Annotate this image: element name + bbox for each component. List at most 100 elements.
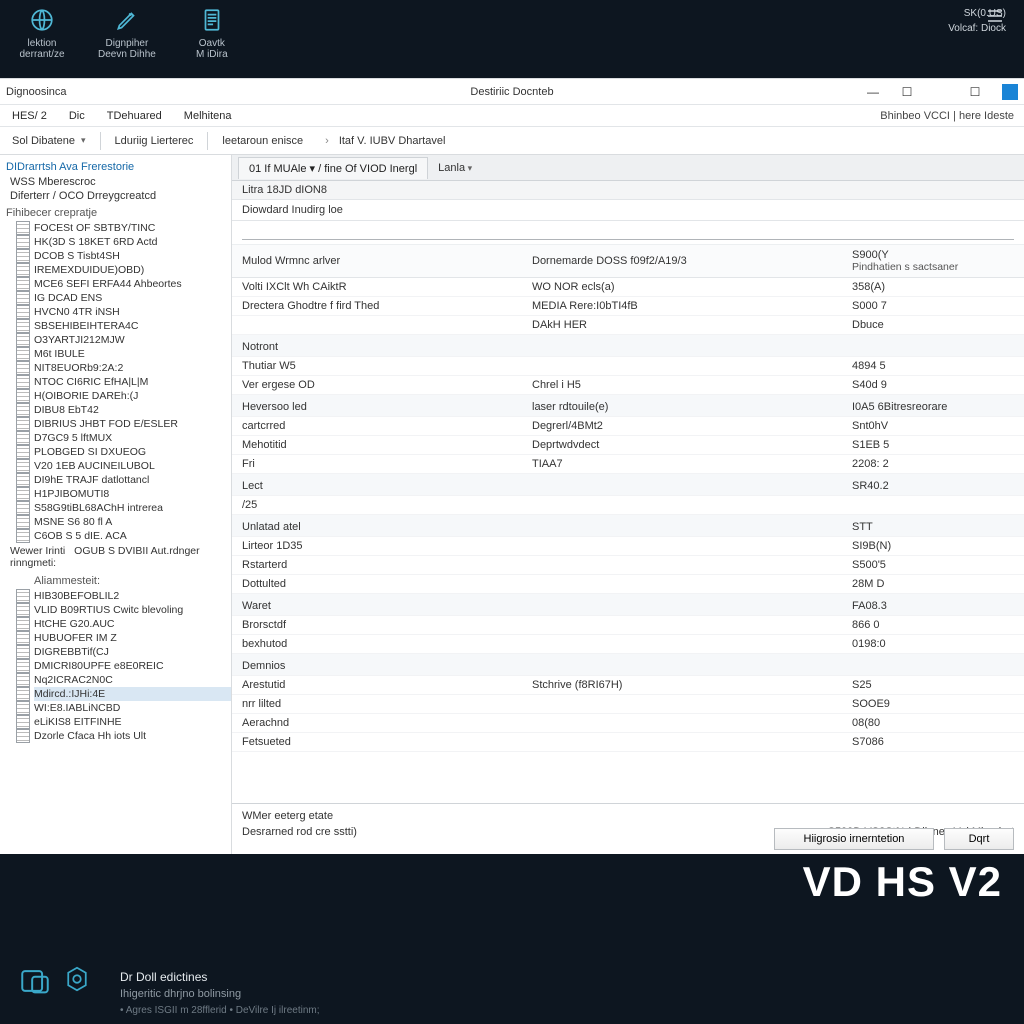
tab-dropdown[interactable]: Lanla [438,162,472,174]
col-2-header[interactable]: Dornemarde DOSS f09f2/A19/3 [522,245,842,278]
brand-footer: VD HS V2 Dr Doll edictines Ihigeritic dh… [0,854,1024,1024]
col-1-header[interactable]: Mulod Wrmnc arlver [232,245,522,278]
tree-item[interactable]: HtCHE G20.AUC [34,617,231,631]
document-icon [198,6,226,34]
tree-item[interactable]: MCE6 SEFI ERFA44 Ahbeortes [34,277,231,291]
tree-item[interactable]: HVCN0 4TR iNSH [34,305,231,319]
minimize-button[interactable]: — [866,85,880,99]
table-row[interactable]: Brorsctdf866 0 [232,616,1024,635]
tree-cat2-label: Aliammesteit: [6,571,231,589]
tree-item[interactable]: PLOBGED SI DXUEOG [34,445,231,459]
export-button[interactable]: Dqrt [944,828,1014,850]
tree-item[interactable]: S58G9tiBL68AChH intrerea [34,501,231,515]
tree-sub-1[interactable]: WSS Mberescroc [6,175,231,189]
toolbar-separator [207,132,208,150]
table-row[interactable]: Volti IXClt Wh CAiktRWO NOR ecls(a)358(A… [232,278,1024,297]
table-row[interactable]: RstarterdS500'5 [232,556,1024,575]
tree-heading[interactable]: DIDrarrtsh Ava Frerestorie [6,159,231,175]
tree-item[interactable]: O3YARTJI212MJW [34,333,231,347]
table-row[interactable]: cartcrredDegrerl/4BMt2Snt0hV [232,417,1024,436]
table-row[interactable]: Unlatad atelSTT [232,515,1024,537]
tree-item[interactable]: Nq2ICRAC2N0C [34,673,231,687]
table-row[interactable]: /25 [232,496,1024,515]
table-row[interactable]: WaretFA08.3 [232,594,1024,616]
tree-item[interactable]: NTOC CI6RIC EfHA|L|M [34,375,231,389]
tree-item[interactable]: H(OIBORIE DAREh:(J [34,389,231,403]
toolbar-item-2[interactable]: Lduriig Lierterec [107,131,202,151]
hex-icon [62,964,92,994]
diagnose-button[interactable]: Hiigrosio irnerntetion [774,828,934,850]
table-row[interactable]: Ver ergese ODChrel i H5S40d 9 [232,376,1024,395]
ribbon-item-3[interactable]: Oavtk M iDira [184,6,240,60]
maximize-button[interactable]: ☐ [900,85,914,99]
tree-item[interactable]: C6OB S 5 dIE. ACA [34,529,231,543]
ribbon-item-1[interactable]: lektion derrant/ze [14,6,70,60]
tree-item[interactable]: FOCESt OF SBTBY/TINC [34,221,231,235]
tree-item[interactable]: eLiKIS8 EITFINHE [34,715,231,729]
toolbar-item-3[interactable]: leetaroun enisce [214,131,311,151]
main-panel: 01 If MUAle ▾ / fine Of VIOD Inergl Lanl… [232,155,1024,854]
tree-item[interactable]: V20 1EB AUCINEILUBOL [34,459,231,473]
window-controls: — ☐ ☐ [866,84,1018,100]
tree-item[interactable]: IG DCAD ENS [34,291,231,305]
tree-item[interactable]: VLID B09RTIUS Cwitc blevoling [34,603,231,617]
tree-item[interactable]: SBSEHIBEIHTERA4C [34,319,231,333]
ribbon-item-2[interactable]: Dignpiher Deevn Dihhe [98,6,156,60]
restore-button[interactable]: ☐ [968,85,982,99]
col-3-header[interactable]: S900(Y Pindhatien s sactsaner [842,245,1024,278]
toolbar-item-4[interactable]: Itaf V. IUBV Dhartavel [317,131,453,151]
table-row[interactable]: Thutiar W54894 5 [232,357,1024,376]
tree-item[interactable]: DIBU8 EbT42 [34,403,231,417]
table-row[interactable]: nrr liltedSOOE9 [232,695,1024,714]
table-row[interactable]: bexhutod0198:0 [232,635,1024,654]
table-row[interactable]: Drectera Ghodtre f fird ThedMEDIA Rere:I… [232,297,1024,316]
module-tree: DIDrarrtsh Ava Frerestorie WSS Mberescro… [0,155,232,854]
brand-line-3: • Agres ISGII m 28fflerid • DeVilre Ij i… [120,1005,319,1016]
table-row[interactable]: Dottulted28M D [232,575,1024,594]
toolbar-item-1[interactable]: Sol Dibatene [4,131,94,151]
tree-item[interactable]: NIT8EUORb9:2A:2 [34,361,231,375]
window-title-left: Dignoosinca [6,86,67,98]
table-row[interactable]: Notront [232,335,1024,357]
tree-item[interactable]: HK(3D S 18KET 6RD Actd [34,235,231,249]
table-row[interactable]: LectSR40.2 [232,474,1024,496]
tree-item[interactable]: DI9hE TRAJF datlottancl [34,473,231,487]
tree-item[interactable]: DMICRI80UPFE e8E0REIC [34,659,231,673]
tab-1[interactable]: 01 If MUAle ▾ / fine Of VIOD Inergl [238,157,428,179]
filter-input[interactable] [242,225,1014,240]
table-row[interactable]: Aerachnd08(80 [232,714,1024,733]
tree-item[interactable]: DIBRIUS JHBT FOD E/ESLER [34,417,231,431]
tree-item[interactable]: WI:E8.IABLiNCBD [34,701,231,715]
menu-item-3[interactable]: TDehuared [97,107,172,125]
menu-item-1[interactable]: HES/ 2 [2,107,57,125]
tree-item[interactable]: DIGREBBTif(CJ [34,645,231,659]
tree-item[interactable]: IREMEXDUIDUE)OBD) [34,263,231,277]
close-button[interactable] [1002,84,1018,100]
table-row[interactable]: Demnios [232,654,1024,676]
menu-item-4[interactable]: Melhitena [174,107,242,125]
table-row[interactable]: FetsuetedS7086 [232,733,1024,752]
table-row[interactable]: Lirteor 1D35SI9B(N) [232,537,1024,556]
menu-item-2[interactable]: Dic [59,107,95,125]
brand-icons [18,964,92,998]
tree-item[interactable]: D7GC9 5 lftMUX [34,431,231,445]
tree-sub-2[interactable]: Diferterr / OCO Drreygcreatcd [6,189,231,203]
tree-item[interactable]: HIB30BEFOBLIL2 [34,589,231,603]
tree-item[interactable]: MSNE S6 80 fl A [34,515,231,529]
table-row[interactable]: Heversoo ledlaser rdtouile(e)I0A5 6Bitre… [232,395,1024,417]
app-ribbon: lektion derrant/ze Dignpiher Deevn Dihhe… [0,0,1024,78]
toolbar-separator [100,132,101,150]
tree-item[interactable]: Mdircd.:IJHi:4E [34,687,231,701]
tree-item[interactable]: M6t IBULE [34,347,231,361]
tree-item[interactable]: HUBUOFER IM Z [34,631,231,645]
table-row[interactable]: ArestutidStchrive (f8RI67H)S25 [232,676,1024,695]
table-row[interactable]: DAkH HERDbuce [232,316,1024,335]
table-row[interactable]: MehotitidDeprtwdvdectS1EB 5 [232,436,1024,455]
tree-item[interactable]: H1PJIBOMUTI8 [34,487,231,501]
tree-item[interactable]: DCOB S Tisbt4SH [34,249,231,263]
tree-tail-row[interactable]: Wewer Irinti OGUB S DVIBII Aut.rdnger ri… [6,543,231,571]
hamburger-icon[interactable] [988,10,1002,25]
tree-item[interactable]: Dzorle Cfaca Hh iots Ult [34,729,231,743]
menubar-right-text: Bhinbeo VCCI | here Ideste [880,105,1014,127]
table-row[interactable]: FriTIAA72208: 2 [232,455,1024,474]
